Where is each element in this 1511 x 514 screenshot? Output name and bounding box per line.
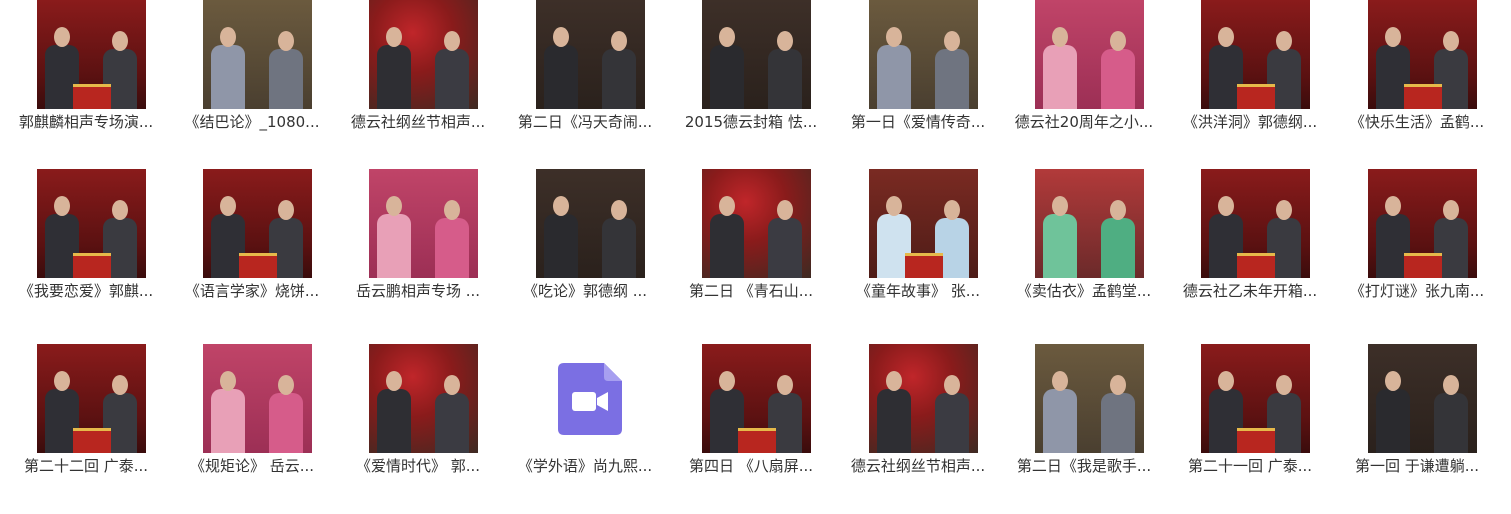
video-thumbnail (203, 0, 312, 109)
file-name: 第二十二回 广泰... (23, 457, 149, 475)
video-file-icon (558, 363, 622, 435)
video-thumbnail (203, 169, 312, 278)
file-item[interactable]: 《洪洋洞》郭德纲... (1170, 0, 1330, 150)
file-item[interactable]: 《卖估衣》孟鹤堂... (1004, 169, 1164, 319)
file-name: 《洪洋洞》郭德纲... (1182, 113, 1318, 131)
file-item[interactable]: 德云社乙未年开箱... (1170, 169, 1330, 319)
file-name: 《童年故事》 张... (855, 282, 981, 300)
file-name: 第一回 于谦遭躺... (1354, 457, 1480, 475)
file-name: 《我要恋爱》郭麒... (18, 282, 154, 300)
video-thumbnail (1368, 344, 1477, 453)
file-item[interactable]: 郭麒麟相声专场演... (6, 0, 166, 150)
file-item[interactable]: 德云社纲丝节相声... (338, 0, 498, 150)
video-thumbnail (369, 344, 478, 453)
file-name: 第二日《我是歌手... (1016, 457, 1152, 475)
file-item[interactable]: 《童年故事》 张... (838, 169, 998, 319)
file-name: 2015德云封箱 怯... (684, 113, 818, 131)
video-thumbnail (869, 344, 978, 453)
file-name: 《学外语》尚九熙... (517, 457, 653, 475)
file-item[interactable]: 《规矩论》 岳云... (172, 344, 332, 494)
file-item[interactable]: 第二日 《青石山... (671, 169, 831, 319)
video-thumbnail (203, 344, 312, 453)
file-item[interactable]: 《快乐生活》孟鹤... (1337, 0, 1497, 150)
file-name: 《吃论》郭德纲 ... (522, 282, 648, 300)
video-thumbnail (702, 0, 811, 109)
video-thumbnail (536, 169, 645, 278)
file-name: 郭麒麟相声专场演... (18, 113, 154, 131)
file-item[interactable]: 第四日 《八扇屏... (671, 344, 831, 494)
file-item[interactable]: 《打灯谜》张九南... (1337, 169, 1497, 319)
file-name: 岳云鹏相声专场 ... (355, 282, 481, 300)
video-thumbnail (1368, 169, 1477, 278)
file-name: 《爱情时代》 郭... (355, 457, 481, 475)
file-item[interactable]: 第一日《爱情传奇... (838, 0, 998, 150)
video-thumbnail (869, 0, 978, 109)
file-grid: 郭麒麟相声专场演... 《结巴论》_1080... 德云社纲丝节相声... 第二日《冯… (0, 0, 1511, 514)
video-thumbnail (37, 169, 146, 278)
file-item[interactable]: 德云社纲丝节相声... (838, 344, 998, 494)
file-name: 第一日《爱情传奇... (850, 113, 986, 131)
video-thumbnail (1035, 344, 1144, 453)
video-thumbnail (369, 0, 478, 109)
video-thumbnail (702, 169, 811, 278)
file-item[interactable]: 《吃论》郭德纲 ... (505, 169, 665, 319)
file-item[interactable]: 岳云鹏相声专场 ... (338, 169, 498, 319)
file-item[interactable]: 德云社20周年之小... (1004, 0, 1164, 150)
file-name: 第四日 《八扇屏... (688, 457, 814, 475)
video-thumbnail (1201, 344, 1310, 453)
file-name: 第二日《冯天奇闹... (517, 113, 653, 131)
file-item[interactable]: 第一回 于谦遭躺... (1337, 344, 1497, 494)
video-thumbnail (37, 344, 146, 453)
file-name: 《结巴论》_1080... (184, 113, 320, 131)
file-name: 德云社纲丝节相声... (350, 113, 486, 131)
file-item[interactable]: 《语言学家》烧饼... (172, 169, 332, 319)
file-item[interactable]: 《爱情时代》 郭... (338, 344, 498, 494)
video-thumbnail (37, 0, 146, 109)
file-name: 《卖估衣》孟鹤堂... (1016, 282, 1152, 300)
file-name: 德云社乙未年开箱... (1182, 282, 1318, 300)
file-name: 德云社20周年之小... (1014, 113, 1154, 131)
file-item[interactable]: 《学外语》尚九熙... (505, 344, 665, 494)
file-item[interactable]: 第二十一回 广泰... (1170, 344, 1330, 494)
file-name: 《快乐生活》孟鹤... (1349, 113, 1485, 131)
file-name: 《打灯谜》张九南... (1349, 282, 1485, 300)
file-name: 德云社纲丝节相声... (850, 457, 986, 475)
file-item[interactable]: 第二十二回 广泰... (6, 344, 166, 494)
file-name: 第二日 《青石山... (688, 282, 814, 300)
file-name: 第二十一回 广泰... (1187, 457, 1313, 475)
file-item[interactable]: 2015德云封箱 怯... (671, 0, 831, 150)
video-thumbnail (702, 344, 811, 453)
video-thumbnail (1201, 169, 1310, 278)
video-thumbnail (1035, 0, 1144, 109)
video-thumbnail (1368, 0, 1477, 109)
file-name: 《规矩论》 岳云... (189, 457, 315, 475)
video-thumbnail (869, 169, 978, 278)
video-thumbnail (369, 169, 478, 278)
file-item[interactable]: 第二日《冯天奇闹... (505, 0, 665, 150)
file-item[interactable]: 第二日《我是歌手... (1004, 344, 1164, 494)
file-name: 《语言学家》烧饼... (184, 282, 320, 300)
video-thumbnail (536, 0, 645, 109)
video-thumbnail (1201, 0, 1310, 109)
file-item[interactable]: 《结巴论》_1080... (172, 0, 332, 150)
file-item[interactable]: 《我要恋爱》郭麒... (6, 169, 166, 319)
video-thumbnail (1035, 169, 1144, 278)
